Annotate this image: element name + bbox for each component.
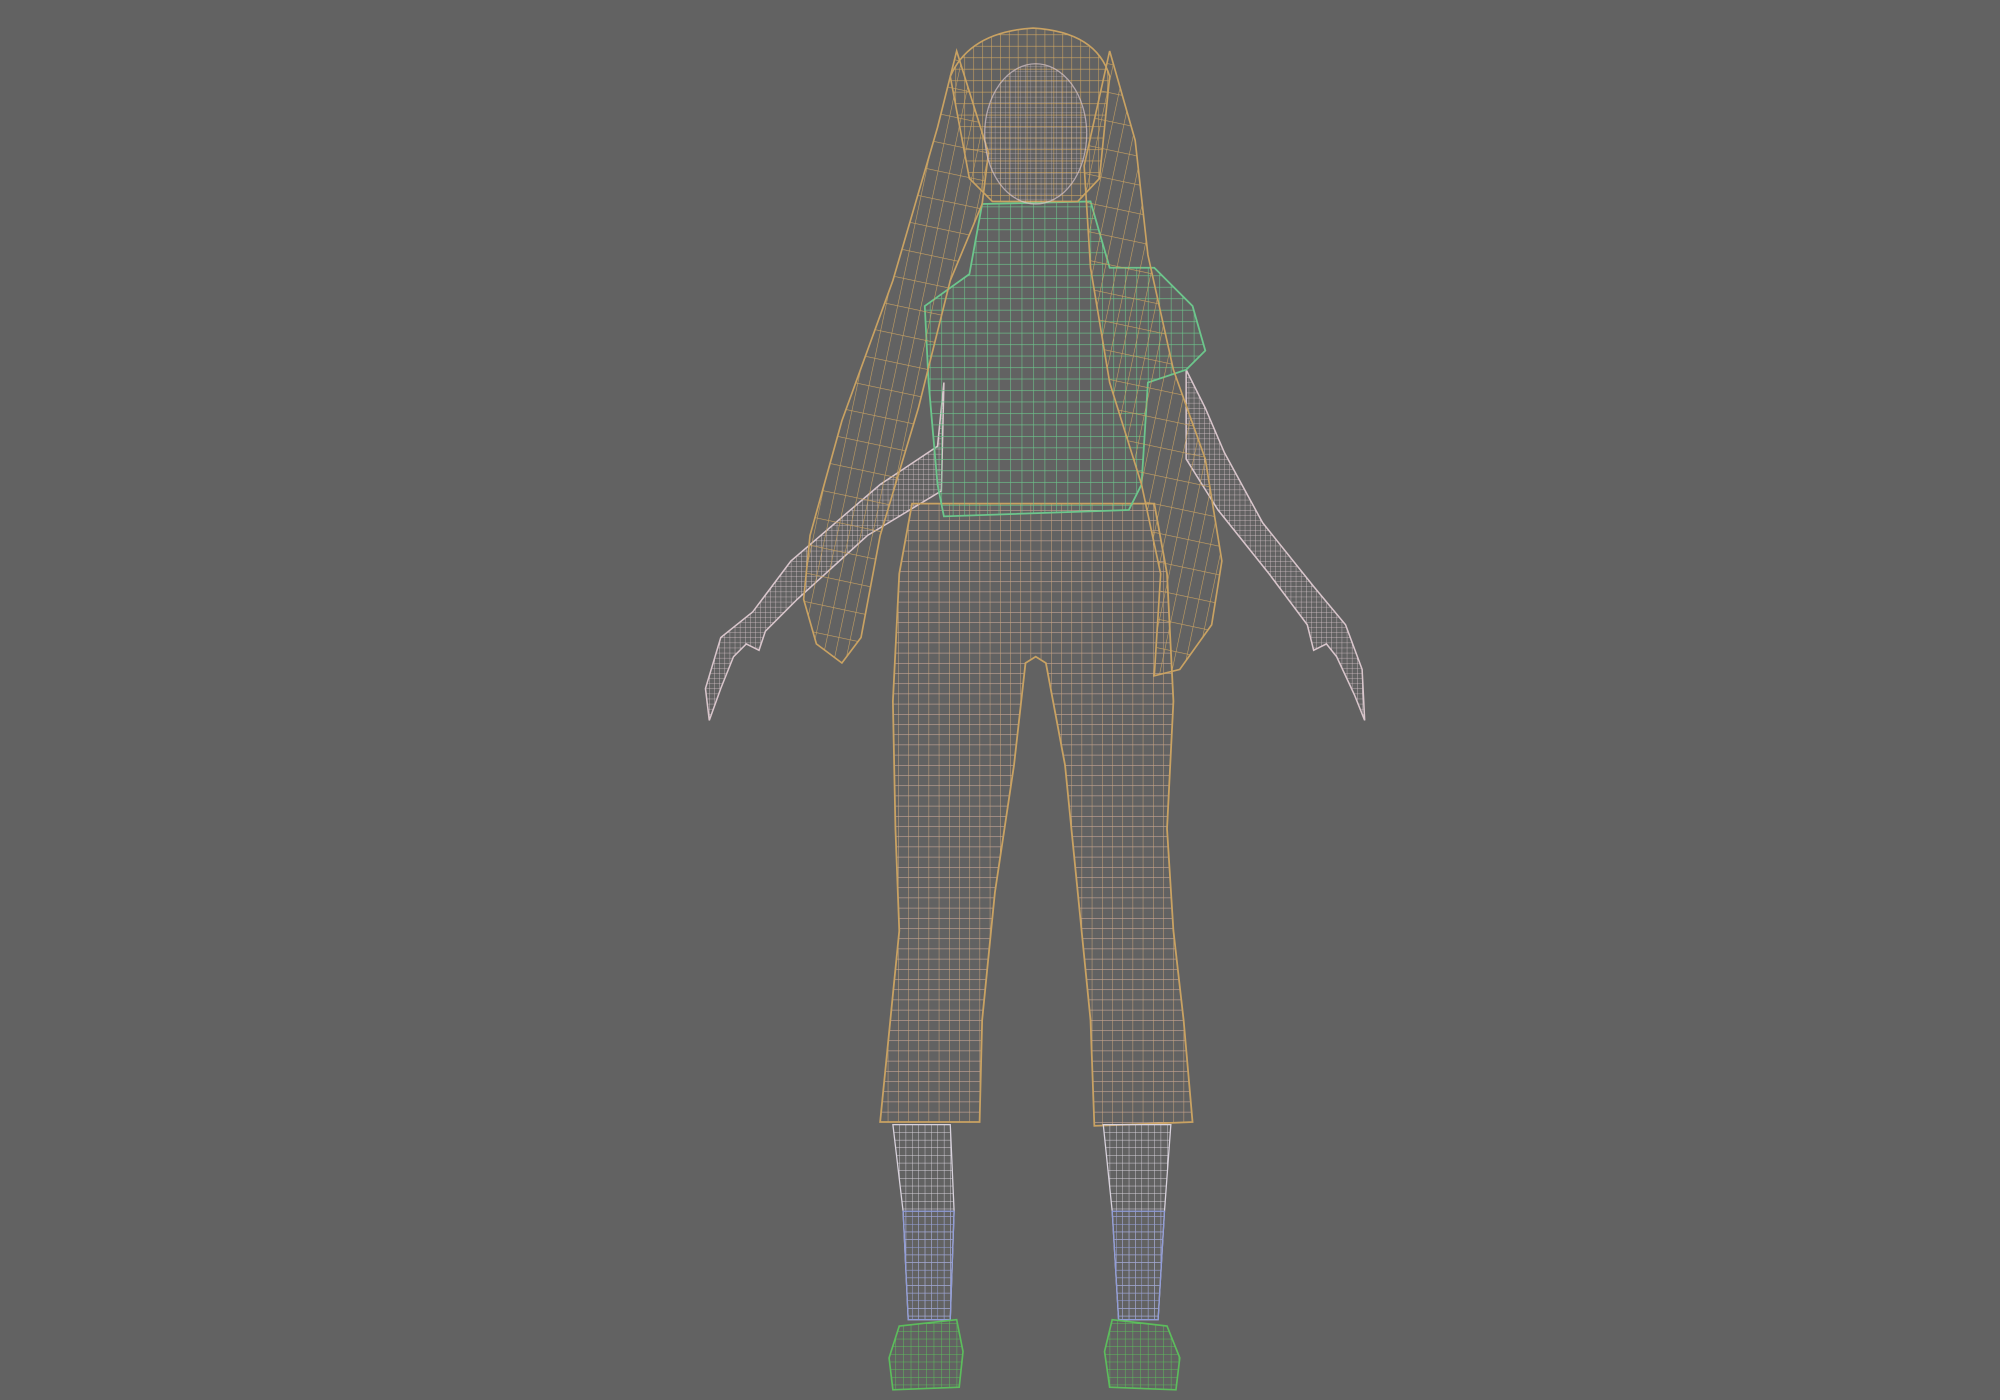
- right-sock-band: [1111, 1210, 1166, 1321]
- 3d-viewport[interactable]: [0, 0, 2000, 1400]
- head: [984, 63, 1088, 205]
- pants: [879, 502, 1194, 1127]
- left-shoe: [888, 1318, 964, 1391]
- wireframe-model: [704, 27, 1366, 1391]
- left-sock-band: [902, 1210, 955, 1321]
- right-shoe: [1103, 1318, 1181, 1391]
